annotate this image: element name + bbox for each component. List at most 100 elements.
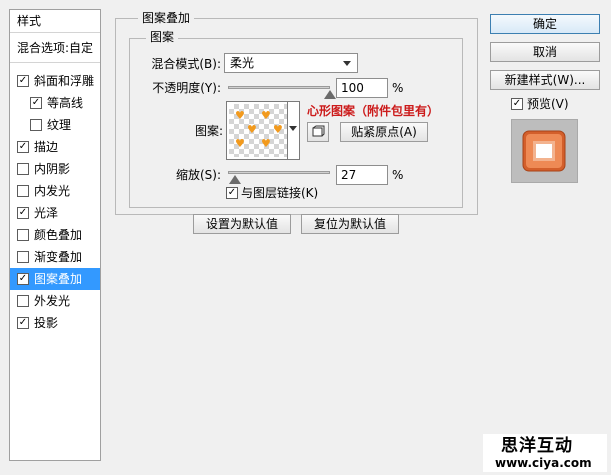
ok-button[interactable]: 确定 [490, 14, 600, 34]
style-item[interactable]: ✓ 等高线 [10, 92, 100, 114]
blend-mode-label: 混合模式(B): [151, 57, 221, 71]
blend-options-label: 混合选项:自定 [17, 41, 94, 55]
style-item-label: 内发光 [34, 184, 71, 198]
style-item[interactable]: ✓ 描边 [10, 136, 100, 158]
style-item-checkbox[interactable] [17, 163, 29, 175]
style-item[interactable]: 外发光 [10, 290, 100, 312]
style-preview [511, 119, 578, 183]
style-item-checkbox[interactable]: ✓ [17, 75, 29, 87]
snap-to-origin-label: 贴紧原点(A) [351, 125, 417, 139]
style-item[interactable]: ✓ 图案叠加 [10, 268, 100, 290]
pattern-swatch: ♥ ♥ ♥ ♥ ♥ ♥ [229, 104, 287, 157]
style-item-label: 描边 [34, 140, 59, 154]
style-item[interactable]: 渐变叠加 [10, 246, 100, 268]
checkmark-icon: ✓ [18, 141, 28, 152]
scale-slider-thumb[interactable] [228, 175, 241, 184]
reset-default-label: 复位为默认值 [313, 217, 386, 231]
reset-default-button[interactable]: 复位为默认值 [301, 214, 399, 234]
opacity-slider-thumb[interactable] [324, 90, 336, 99]
scale-label: 缩放(S): [175, 168, 221, 182]
style-item-label: 图案叠加 [34, 272, 83, 286]
checkmark-icon: ✓ [31, 97, 41, 108]
styles-header-label: 样式 [17, 14, 42, 28]
style-item-label: 等高线 [47, 96, 84, 110]
blend-mode-select[interactable]: 柔光 [224, 53, 358, 73]
ok-label: 确定 [532, 17, 557, 31]
styles-header[interactable]: 样式 [10, 10, 100, 32]
style-item-checkbox[interactable] [17, 229, 29, 241]
set-default-button[interactable]: 设置为默认值 [193, 214, 291, 234]
style-item-label: 颜色叠加 [34, 228, 83, 242]
watermark-url: www.ciya.com [495, 456, 592, 470]
chevron-down-icon [343, 61, 351, 66]
checkmark-icon: ✓ [227, 187, 237, 198]
heart-icon: ♥ [261, 109, 271, 122]
style-item-checkbox[interactable] [17, 295, 29, 307]
opacity-unit: % [392, 81, 404, 95]
pattern-label: 图案: [194, 124, 223, 138]
style-item-label: 内阴影 [34, 162, 71, 176]
style-item-label: 外发光 [34, 294, 71, 308]
blend-options-item[interactable]: 混合选项:自定 [10, 37, 100, 59]
style-item-checkbox[interactable]: ✓ [17, 141, 29, 153]
heart-icon: ♥ [247, 123, 257, 136]
style-item-checkbox[interactable] [17, 251, 29, 263]
style-item-label: 斜面和浮雕 [34, 74, 95, 88]
scale-value: 27 [341, 168, 357, 182]
link-with-layer-label: 与图层链接(K) [241, 186, 319, 200]
checkmark-icon: ✓ [18, 317, 28, 328]
style-item-checkbox[interactable] [17, 185, 29, 197]
scale-slider-track[interactable] [228, 171, 330, 174]
checkmark-icon: ✓ [18, 207, 28, 218]
separator [10, 32, 100, 33]
cancel-button[interactable]: 取消 [490, 42, 600, 62]
style-item[interactable]: 纹理 [10, 114, 100, 136]
styles-list: 样式 混合选项:自定 ✓ 斜面和浮雕 ✓ 等高线纹理 ✓ 描边内阴影内发光 ✓ 光泽颜色叠加渐… [9, 9, 101, 461]
new-preset-button[interactable] [307, 122, 329, 142]
pattern-overlay-title: 图案叠加 [138, 11, 195, 25]
style-item[interactable]: ✓ 投影 [10, 312, 100, 334]
site-watermark: 思洋互动 www.ciya.com [483, 434, 607, 472]
pattern-note: 心形图案（附件包里有） [307, 104, 440, 118]
style-item-checkbox[interactable]: ✓ [17, 317, 29, 329]
style-item[interactable]: 颜色叠加 [10, 224, 100, 246]
style-item[interactable]: 内阴影 [10, 158, 100, 180]
scale-input[interactable]: 27 [336, 165, 388, 185]
pattern-divider [287, 102, 288, 159]
style-item-label: 光泽 [34, 206, 59, 220]
style-item[interactable]: 内发光 [10, 180, 100, 202]
style-item[interactable]: ✓ 光泽 [10, 202, 100, 224]
opacity-slider-track[interactable] [228, 86, 330, 89]
style-item-checkbox[interactable]: ✓ [30, 97, 42, 109]
new-style-button[interactable]: 新建样式(W)... [490, 70, 600, 90]
style-item-checkbox[interactable]: ✓ [17, 273, 29, 285]
heart-icon: ♥ [261, 137, 271, 150]
preview-thumbnail [522, 130, 566, 172]
checkmark-icon: ✓ [512, 98, 522, 109]
opacity-input[interactable]: 100 [336, 78, 388, 98]
preview-label: 预览(V) [527, 97, 569, 111]
heart-icon: ♥ [235, 109, 245, 122]
style-item-label: 纹理 [47, 118, 72, 132]
heart-icon: ♥ [235, 137, 245, 150]
opacity-label: 不透明度(Y): [152, 81, 221, 95]
blend-mode-value: 柔光 [230, 56, 255, 70]
checkmark-icon: ✓ [18, 75, 28, 86]
new-preset-icon [312, 125, 325, 137]
scale-unit: % [392, 168, 404, 182]
pattern-group-title: 图案 [146, 30, 179, 44]
link-with-layer-checkbox[interactable]: ✓ [226, 187, 238, 199]
separator [10, 62, 100, 63]
checkmark-icon: ✓ [18, 273, 28, 284]
style-item-label: 渐变叠加 [34, 250, 83, 264]
style-item-checkbox[interactable]: ✓ [17, 207, 29, 219]
heart-icon: ♥ [273, 123, 283, 136]
style-item[interactable]: ✓ 斜面和浮雕 [10, 70, 100, 92]
pattern-picker[interactable]: ♥ ♥ ♥ ♥ ♥ ♥ [226, 101, 300, 160]
opacity-value: 100 [341, 81, 364, 95]
chevron-down-icon[interactable] [289, 126, 297, 131]
snap-to-origin-button[interactable]: 贴紧原点(A) [340, 122, 428, 142]
preview-checkbox[interactable]: ✓ [511, 98, 523, 110]
watermark-title: 思洋互动 [501, 436, 573, 456]
style-item-checkbox[interactable] [30, 119, 42, 131]
